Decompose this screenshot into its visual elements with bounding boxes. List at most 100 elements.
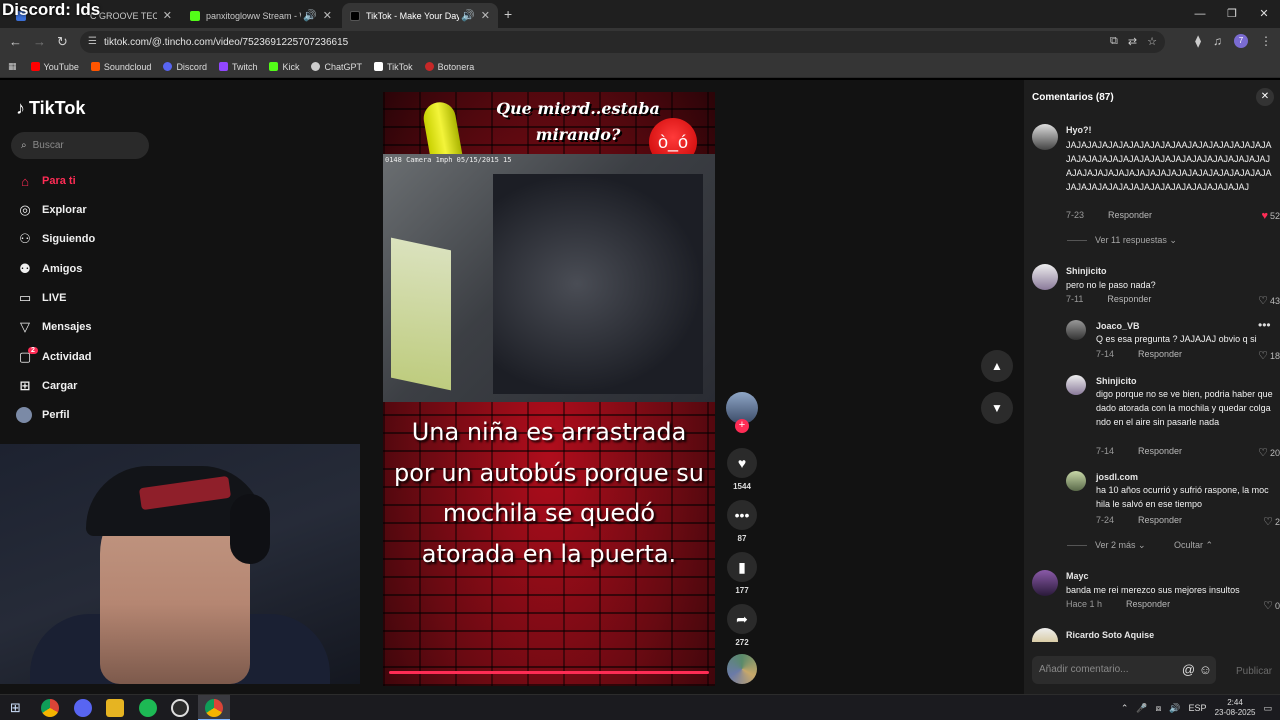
tray-chevron-up-icon[interactable]: ⌃ (1121, 703, 1129, 714)
file-explorer-icon[interactable] (106, 699, 124, 717)
install-app-icon[interactable]: ⧉ (1110, 35, 1118, 48)
close-window-icon[interactable]: ✕ (1248, 0, 1280, 28)
commenter-avatar[interactable] (1066, 320, 1086, 340)
restore-icon[interactable]: ❐ (1216, 0, 1248, 28)
forward-icon[interactable]: → (33, 34, 46, 49)
bookmark-icon[interactable]: ▮ (727, 552, 757, 582)
view-more-replies-button[interactable]: Ver 2 más ⌄ (1067, 540, 1146, 551)
view-replies-button[interactable]: Ver 11 respuestas ⌄ (1067, 235, 1177, 246)
microphone-icon[interactable]: 🎤 (1136, 703, 1147, 714)
bookmark-star-icon[interactable]: ☆ (1147, 35, 1157, 48)
close-tab-icon[interactable]: ✕ (163, 9, 172, 22)
comment-like[interactable]: ♥ 52 (1261, 210, 1280, 222)
commenter-avatar[interactable] (1032, 124, 1058, 150)
tab-tiktok[interactable]: TikTok - Make Your Day 🔊 ✕ (342, 3, 498, 28)
comment-username[interactable]: Shinjicito (1096, 376, 1137, 386)
comment-username[interactable]: josdl.com (1096, 472, 1138, 482)
comment-username[interactable]: Ricardo Soto Aquise (1066, 630, 1154, 640)
commenter-avatar[interactable] (1066, 471, 1086, 491)
comment-like[interactable]: ♡ 2 (1263, 515, 1280, 528)
sidebar-item-para-ti[interactable]: ⌂ Para ti (16, 170, 161, 192)
sidebar-item-amigos[interactable]: ⚉ Amigos (16, 258, 161, 280)
bookmark-chatgpt[interactable]: ChatGPT (311, 62, 362, 72)
discord-taskbar-icon[interactable] (74, 699, 92, 717)
commenter-avatar[interactable] (1066, 375, 1086, 395)
volume-icon[interactable]: 🔊 (1169, 703, 1180, 714)
commenter-avatar[interactable] (1032, 628, 1058, 642)
reply-button[interactable]: Responder (1107, 294, 1151, 304)
new-tab-icon[interactable]: + (504, 6, 512, 22)
commenter-avatar[interactable] (1032, 570, 1058, 596)
more-options-icon[interactable]: ••• (1258, 318, 1271, 332)
comment-like[interactable]: ♡ 43 (1258, 294, 1280, 307)
minimize-icon[interactable]: — (1184, 0, 1216, 28)
emoji-icon[interactable]: ☺ (1199, 662, 1212, 677)
commenter-avatar[interactable] (1032, 264, 1058, 290)
comment-username[interactable]: Shinjicito (1066, 266, 1107, 276)
close-tab-icon[interactable]: ✕ (323, 9, 332, 22)
hide-replies-button[interactable]: Ocultar ⌃ (1174, 540, 1213, 551)
site-info-icon[interactable]: ☰ (88, 36, 97, 47)
windows-start-icon[interactable]: ⊞ (10, 700, 21, 716)
reply-button[interactable]: Responder (1108, 210, 1152, 220)
sidebar-item-live[interactable]: ▭ LIVE (16, 287, 161, 309)
sidebar-item-explorar[interactable]: ◎ Explorar (16, 199, 161, 221)
profile-avatar[interactable]: 7 (1234, 34, 1248, 48)
reply-button[interactable]: Responder (1126, 599, 1170, 609)
network-icon[interactable]: ⧈ (1156, 703, 1162, 714)
spotify-taskbar-icon[interactable] (139, 699, 157, 717)
reply-button[interactable]: Responder (1138, 515, 1182, 525)
comment-like[interactable]: ♡ 20 (1258, 446, 1280, 459)
close-tab-icon[interactable]: ✕ (481, 9, 490, 22)
tiktok-logo[interactable]: ♪ TikTok (16, 98, 85, 119)
back-icon[interactable]: ← (9, 34, 22, 49)
comment-action[interactable]: ••• 87 (724, 500, 760, 543)
like-action[interactable]: ♥ 1544 (724, 448, 760, 491)
previous-video-button[interactable]: ▲ (981, 350, 1013, 382)
bookmark-twitch[interactable]: Twitch (218, 62, 257, 72)
reply-button[interactable]: Responder (1138, 446, 1182, 456)
comment-input[interactable]: Añadir comentario... @ ☺ (1032, 656, 1216, 684)
obs-taskbar-icon[interactable] (171, 699, 189, 717)
bookmark-discord[interactable]: Discord (163, 62, 207, 72)
chrome-taskbar-icon[interactable] (41, 699, 59, 717)
comment-like[interactable]: ♡ 0 (1263, 599, 1280, 612)
bookmark-kick[interactable]: Kick (269, 62, 299, 72)
language-indicator[interactable]: ESP (1189, 703, 1207, 713)
sidebar-item-cargar[interactable]: ⊞ Cargar (16, 375, 161, 397)
video-player[interactable]: Que mierd..estaba mirando? ò_ó 0148 Came… (383, 92, 715, 686)
sidebar-item-mensajes[interactable]: ▽ Mensajes (16, 316, 161, 338)
notification-icon[interactable]: ▭ (1263, 703, 1272, 714)
save-action[interactable]: ▮ 177 (724, 552, 760, 595)
bookmark-tiktok[interactable]: TikTok (374, 62, 413, 72)
sidebar-item-perfil[interactable]: Perfil (16, 404, 161, 426)
video-progress-bar[interactable] (389, 671, 709, 674)
comment-username[interactable]: Joaco_VB (1096, 321, 1140, 331)
publish-button[interactable]: Publicar (1236, 666, 1272, 677)
search-input[interactable]: ⌕ Buscar (11, 132, 149, 159)
comment-username[interactable]: Mayc (1066, 571, 1089, 581)
apps-grid-icon[interactable]: ▦ (8, 61, 17, 72)
heart-icon[interactable]: ♥ (727, 448, 757, 478)
bookmark-botonera[interactable]: Botonera (424, 62, 474, 72)
share-action[interactable]: ➦ 272 (724, 604, 760, 647)
bookmark-soundcloud[interactable]: Soundcloud (90, 62, 151, 72)
chrome-taskbar-icon-active[interactable] (205, 699, 223, 717)
next-video-button[interactable]: ▼ (981, 392, 1013, 424)
menu-kebab-icon[interactable]: ⋮ (1260, 34, 1272, 48)
music-disc-icon[interactable] (727, 654, 757, 684)
clock[interactable]: 2:44 23-08-2025 (1215, 698, 1256, 718)
sidebar-item-siguiendo[interactable]: ⚇ Siguiendo (16, 228, 161, 250)
address-bar[interactable]: ☰ tiktok.com/@.tincho.com/video/75236912… (80, 31, 1165, 53)
close-comments-button[interactable]: ✕ (1256, 88, 1274, 106)
comment-like[interactable]: ♡ 18 (1258, 349, 1280, 362)
share-arrow-icon[interactable]: ➦ (727, 604, 757, 634)
comment-bubble-icon[interactable]: ••• (727, 500, 757, 530)
tab-panxitogloww[interactable]: panxitogloww Stream - Wa 🔊 ✕ (182, 3, 340, 28)
media-control-icon[interactable]: ♫ (1213, 34, 1222, 48)
reply-button[interactable]: Responder (1138, 349, 1182, 359)
translate-icon[interactable]: ⇄ (1128, 35, 1137, 48)
reload-icon[interactable]: ↻ (57, 34, 68, 50)
bookmark-youtube[interactable]: YouTube (30, 62, 79, 72)
sidebar-item-actividad[interactable]: ▢ 2 Actividad (16, 346, 161, 368)
